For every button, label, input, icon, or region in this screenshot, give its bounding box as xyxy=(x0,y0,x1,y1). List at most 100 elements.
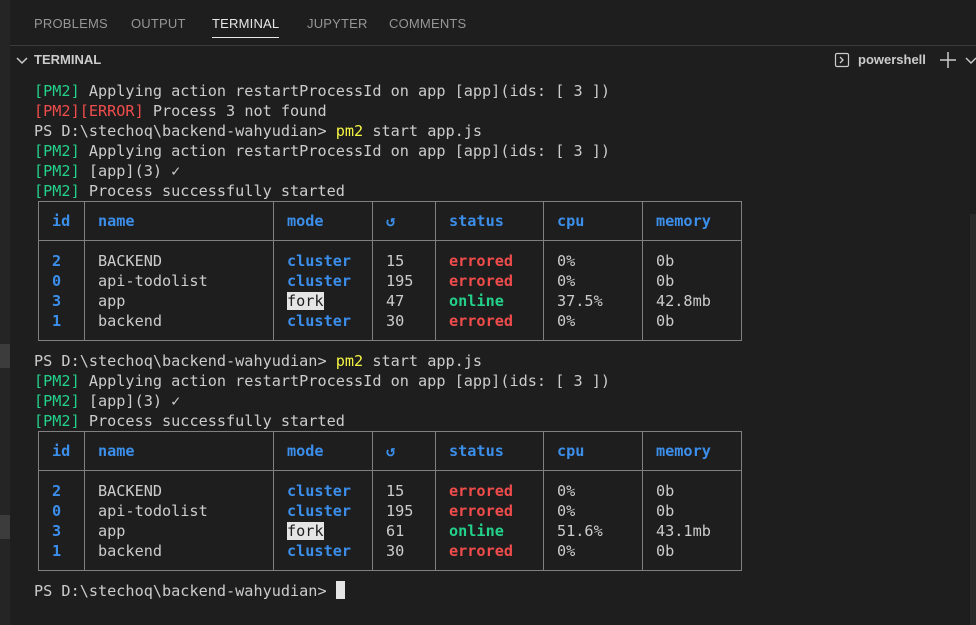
pm2-process-table: id name mode ↺ status cpu memory 2 BACKE… xyxy=(38,201,742,341)
pm2-tag: [PM2] xyxy=(34,162,80,180)
line-text: Applying action restartProcessId on app … xyxy=(79,82,611,100)
prompt-line: PS D:\stechoq\backend-wahyudian> pm2 sta… xyxy=(34,351,976,371)
command-name: pm2 xyxy=(335,352,364,370)
pm2-process-table: id name mode ↺ status cpu memory 2 BACKE… xyxy=(38,431,742,571)
pm2-tag: [PM2] xyxy=(34,412,80,430)
col-header-memory: memory xyxy=(642,431,742,471)
cell-memory: 0b xyxy=(642,501,742,521)
col-header-cpu: cpu xyxy=(543,431,643,471)
command-args: start app.js xyxy=(363,122,483,140)
shell-selector[interactable]: powershell xyxy=(858,46,926,74)
tab-output[interactable]: OUTPUT xyxy=(131,0,186,44)
cell-status: errored xyxy=(435,240,544,271)
terminal-section-header[interactable]: TERMINAL powershell xyxy=(10,45,976,74)
cell-cpu: 0% xyxy=(543,470,643,501)
line-text: Process successfully started xyxy=(79,412,345,430)
cell-name: api-todolist xyxy=(84,271,274,291)
table-row: 1 backend cluster 30 errored 0% 0b xyxy=(38,541,742,571)
table-row: 2 BACKEND cluster 15 errored 0% 0b xyxy=(38,470,742,501)
terminal-line: [PM2] Applying action restartProcessId o… xyxy=(34,371,976,391)
cell-restarts: 195 xyxy=(372,501,436,521)
cell-name: backend xyxy=(84,311,274,341)
cell-id: 2 xyxy=(38,470,85,501)
cell-id: 2 xyxy=(38,240,85,271)
prompt-line: PS D:\stechoq\backend-wahyudian> pm2 sta… xyxy=(34,121,976,141)
cell-cpu: 0% xyxy=(543,311,643,341)
table-row: 2 BACKEND cluster 15 errored 0% 0b xyxy=(38,240,742,271)
prompt: PS D:\stechoq\backend-wahyudian> xyxy=(34,582,336,600)
cell-mode: cluster xyxy=(273,501,373,521)
col-header-mode: mode xyxy=(273,431,373,471)
prompt-line[interactable]: PS D:\stechoq\backend-wahyudian> xyxy=(34,581,976,601)
line-text: [app](3) ✓ xyxy=(79,162,181,180)
cell-restarts: 61 xyxy=(372,521,436,541)
table-row: 0 api-todolist cluster 195 errored 0% 0b xyxy=(38,271,742,291)
col-header-id: id xyxy=(38,431,85,471)
cell-mode: cluster xyxy=(273,271,373,291)
cell-restarts: 30 xyxy=(372,541,436,571)
cell-name: backend xyxy=(84,541,274,571)
mode-fork-highlight: fork xyxy=(287,522,324,540)
strip-marker xyxy=(0,515,10,539)
terminal-scrollbar[interactable] xyxy=(970,214,976,625)
table-header-row: id name mode ↺ status cpu memory xyxy=(38,201,742,241)
command-args: start app.js xyxy=(363,352,483,370)
new-terminal-plus-icon[interactable] xyxy=(938,50,958,70)
cell-id: 0 xyxy=(38,271,85,291)
terminal-output[interactable]: [PM2] Applying action restartProcessId o… xyxy=(34,81,976,625)
col-header-id: id xyxy=(38,201,85,241)
tab-problems[interactable]: PROBLEMS xyxy=(34,0,108,44)
cell-status: errored xyxy=(435,271,544,291)
cell-restarts: 15 xyxy=(372,470,436,501)
cell-restarts: 47 xyxy=(372,291,436,311)
cell-name: BACKEND xyxy=(84,470,274,501)
cell-mode: fork xyxy=(273,291,373,311)
cell-name: app xyxy=(84,521,274,541)
cell-memory: 0b xyxy=(642,470,742,501)
chevron-down-icon[interactable] xyxy=(14,52,30,68)
table-row: 3 app fork 47 online 37.5% 42.8mb xyxy=(38,291,742,311)
cell-restarts: 15 xyxy=(372,240,436,271)
table-row: 3 app fork 61 online 51.6% 43.1mb xyxy=(38,521,742,541)
cell-memory: 0b xyxy=(642,311,742,341)
cell-name: api-todolist xyxy=(84,501,274,521)
pm2-tag: [PM2] xyxy=(34,372,80,390)
cell-name: app xyxy=(84,291,274,311)
cell-memory: 0b xyxy=(642,541,742,571)
tab-comments[interactable]: COMMENTS xyxy=(389,0,466,44)
cell-mode: cluster xyxy=(273,541,373,571)
col-header-name: name xyxy=(84,431,274,471)
line-text: [app](3) ✓ xyxy=(79,392,181,410)
cell-restarts: 30 xyxy=(372,311,436,341)
cell-status: online xyxy=(435,521,544,541)
cell-id: 3 xyxy=(38,521,85,541)
terminal-line: [PM2] Process successfully started xyxy=(34,181,976,201)
line-text: Applying action restartProcessId on app … xyxy=(79,142,611,160)
col-header-status: status xyxy=(435,201,544,241)
cell-cpu: 0% xyxy=(543,240,643,271)
cell-name: BACKEND xyxy=(84,240,274,271)
tab-terminal[interactable]: TERMINAL xyxy=(212,0,280,44)
section-title: TERMINAL xyxy=(34,52,102,67)
cell-status: online xyxy=(435,291,544,311)
terminal-line: [PM2] Applying action restartProcessId o… xyxy=(34,81,976,101)
cell-status: errored xyxy=(435,470,544,501)
line-text: Applying action restartProcessId on app … xyxy=(79,372,611,390)
pm2-tag: [PM2] xyxy=(34,182,80,200)
line-text: Process 3 not found xyxy=(143,102,327,120)
cell-mode: fork xyxy=(273,521,373,541)
table-header-row: id name mode ↺ status cpu memory xyxy=(38,431,742,471)
cell-mode: cluster xyxy=(273,470,373,501)
cell-restarts: 195 xyxy=(372,271,436,291)
cell-cpu: 51.6% xyxy=(543,521,643,541)
col-header-name: name xyxy=(84,201,274,241)
col-header-restarts: ↺ xyxy=(372,201,436,241)
command-name: pm2 xyxy=(335,122,364,140)
terminal-dropdown-chevron-icon[interactable] xyxy=(964,53,976,67)
tab-jupyter[interactable]: JUPYTER xyxy=(307,0,368,44)
terminal-line: [PM2] Process successfully started xyxy=(34,411,976,431)
prompt: PS D:\stechoq\backend-wahyudian> xyxy=(34,352,336,370)
cell-mode: cluster xyxy=(273,240,373,271)
activity-strip xyxy=(0,0,10,625)
